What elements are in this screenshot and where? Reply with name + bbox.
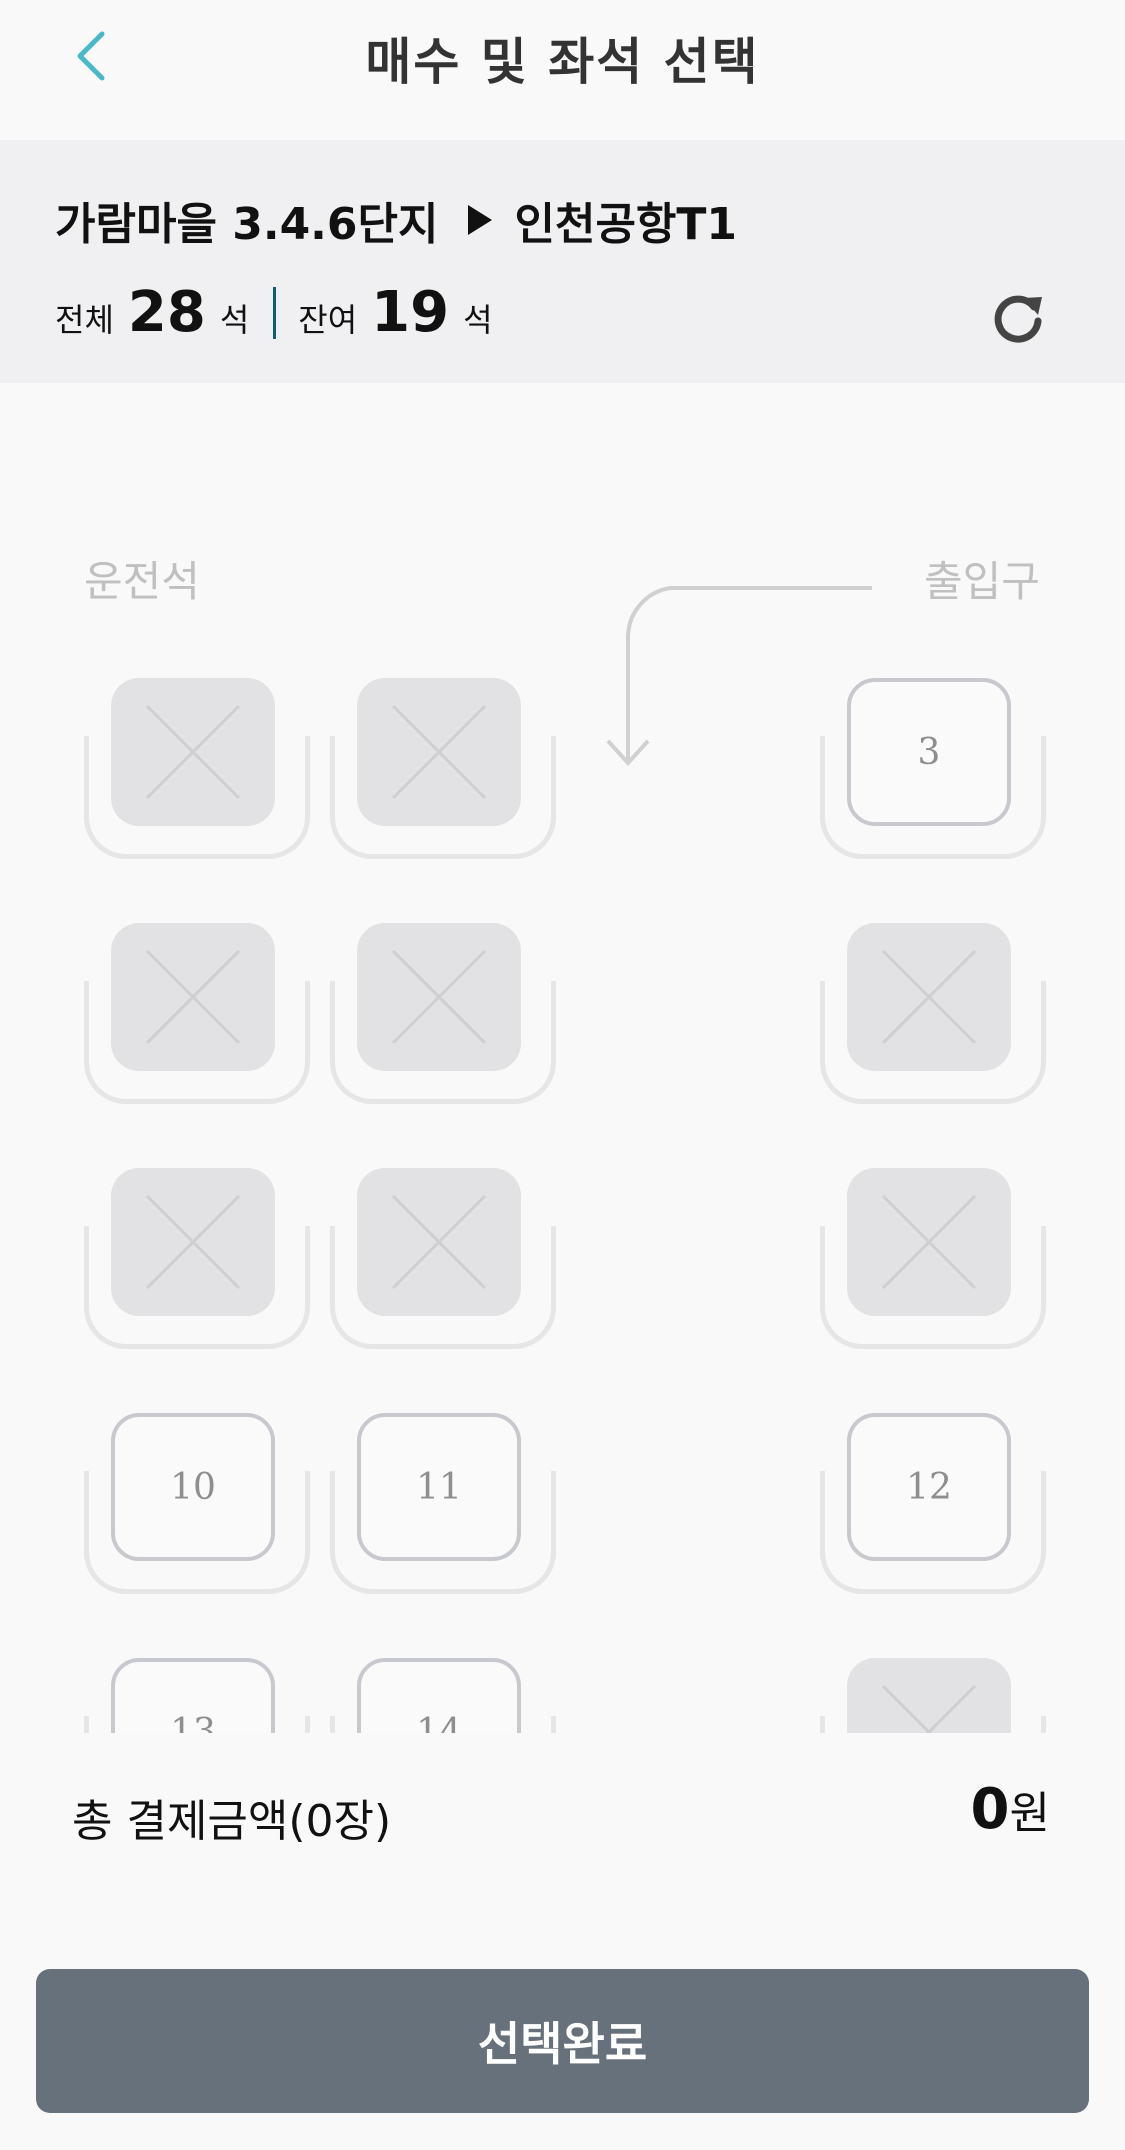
total-seats-label: 전체 — [55, 301, 114, 339]
seat-unavailable — [820, 1658, 1046, 1733]
seat-cushion[interactable]: 10 — [111, 1413, 275, 1561]
seat-unavailable — [84, 923, 310, 1108]
refresh-icon — [994, 295, 1042, 343]
play-arrow-icon — [468, 205, 493, 235]
seat-unavailable — [84, 678, 310, 863]
seat-cushion[interactable]: 13 — [111, 1658, 275, 1733]
seat-cushion — [357, 923, 521, 1071]
seat-cushion — [111, 923, 275, 1071]
cross-icon — [881, 1684, 977, 1733]
total-seats-value: 28 — [127, 280, 206, 345]
route-origin: 가람마을 3.4.6단지 — [55, 199, 439, 250]
seat-map: 운전석 출입구 3 10 11 12 13 14 — [0, 383, 1125, 1733]
seat-cushion[interactable]: 11 — [357, 1413, 521, 1561]
cross-icon — [391, 1194, 487, 1290]
seat-available[interactable]: 13 — [84, 1658, 310, 1733]
seat-number: 10 — [170, 1466, 216, 1508]
cross-icon — [145, 704, 241, 800]
cross-icon — [145, 949, 241, 1045]
confirm-selection-button[interactable]: 선택완료 — [36, 1969, 1089, 2113]
cross-icon — [881, 949, 977, 1045]
seat-cushion[interactable]: 14 — [357, 1658, 521, 1733]
refresh-button[interactable] — [988, 287, 1048, 347]
seat-unavailable — [330, 1168, 556, 1353]
seat-available[interactable]: 12 — [820, 1413, 1046, 1598]
header-bar: 매수 및 좌석 선택 — [0, 0, 1125, 140]
seat-unavailable — [820, 1168, 1046, 1353]
seat-count: 전체 28 석 잔여 19 석 — [55, 280, 493, 345]
currency-unit: 원 — [1009, 1788, 1050, 1839]
cross-icon — [881, 1194, 977, 1290]
seat-number: 12 — [906, 1466, 952, 1508]
seat-number: 13 — [170, 1711, 216, 1734]
remaining-seats-label: 잔여 — [298, 301, 358, 339]
seat-cushion — [357, 678, 521, 826]
seat-cushion — [111, 678, 275, 826]
seat-available[interactable]: 10 — [84, 1413, 310, 1598]
seat-cushion[interactable]: 12 — [847, 1413, 1011, 1561]
seat-cushion — [847, 923, 1011, 1071]
seat-available[interactable]: 11 — [330, 1413, 556, 1598]
route-destination: 인천공항T1 — [514, 199, 738, 250]
seat-cushion — [111, 1168, 275, 1316]
seat-count-divider — [273, 286, 277, 339]
seat-number: 3 — [917, 731, 941, 773]
total-payment-value: 0 — [970, 1777, 1010, 1842]
seat-unavailable — [330, 678, 556, 863]
remaining-seats-value: 19 — [371, 280, 450, 345]
seat-cushion — [357, 1168, 521, 1316]
total-payment-label: 총 결제금액(0장) — [72, 1796, 392, 1847]
seat-number: 14 — [416, 1711, 462, 1734]
cross-icon — [391, 949, 487, 1045]
remaining-seats-unit: 석 — [463, 301, 493, 339]
seat-cushion — [847, 1658, 1011, 1733]
seat-unavailable — [820, 923, 1046, 1108]
seat-number: 11 — [416, 1466, 462, 1508]
driver-seat-label: 운전석 — [84, 557, 200, 606]
seat-cushion[interactable]: 3 — [847, 678, 1011, 826]
cross-icon — [145, 1194, 241, 1290]
seat-cushion — [847, 1168, 1011, 1316]
cross-icon — [391, 704, 487, 800]
route-line: 가람마을 3.4.6단지 인천공항T1 — [55, 188, 737, 252]
seat-available[interactable]: 3 — [820, 678, 1046, 863]
payment-summary: 총 결제금액(0장) 0 원 — [0, 1733, 1125, 1893]
entrance-label: 출입구 — [924, 557, 1040, 606]
seat-available[interactable]: 14 — [330, 1658, 556, 1733]
seat-unavailable — [330, 923, 556, 1108]
route-info-panel: 가람마을 3.4.6단지 인천공항T1 전체 28 석 잔여 19 석 — [0, 140, 1125, 383]
total-seats-unit: 석 — [219, 301, 250, 339]
page-title: 매수 및 좌석 선택 — [365, 33, 760, 91]
seat-unavailable — [84, 1168, 310, 1353]
total-payment-amount: 0 원 — [971, 1777, 1050, 1842]
